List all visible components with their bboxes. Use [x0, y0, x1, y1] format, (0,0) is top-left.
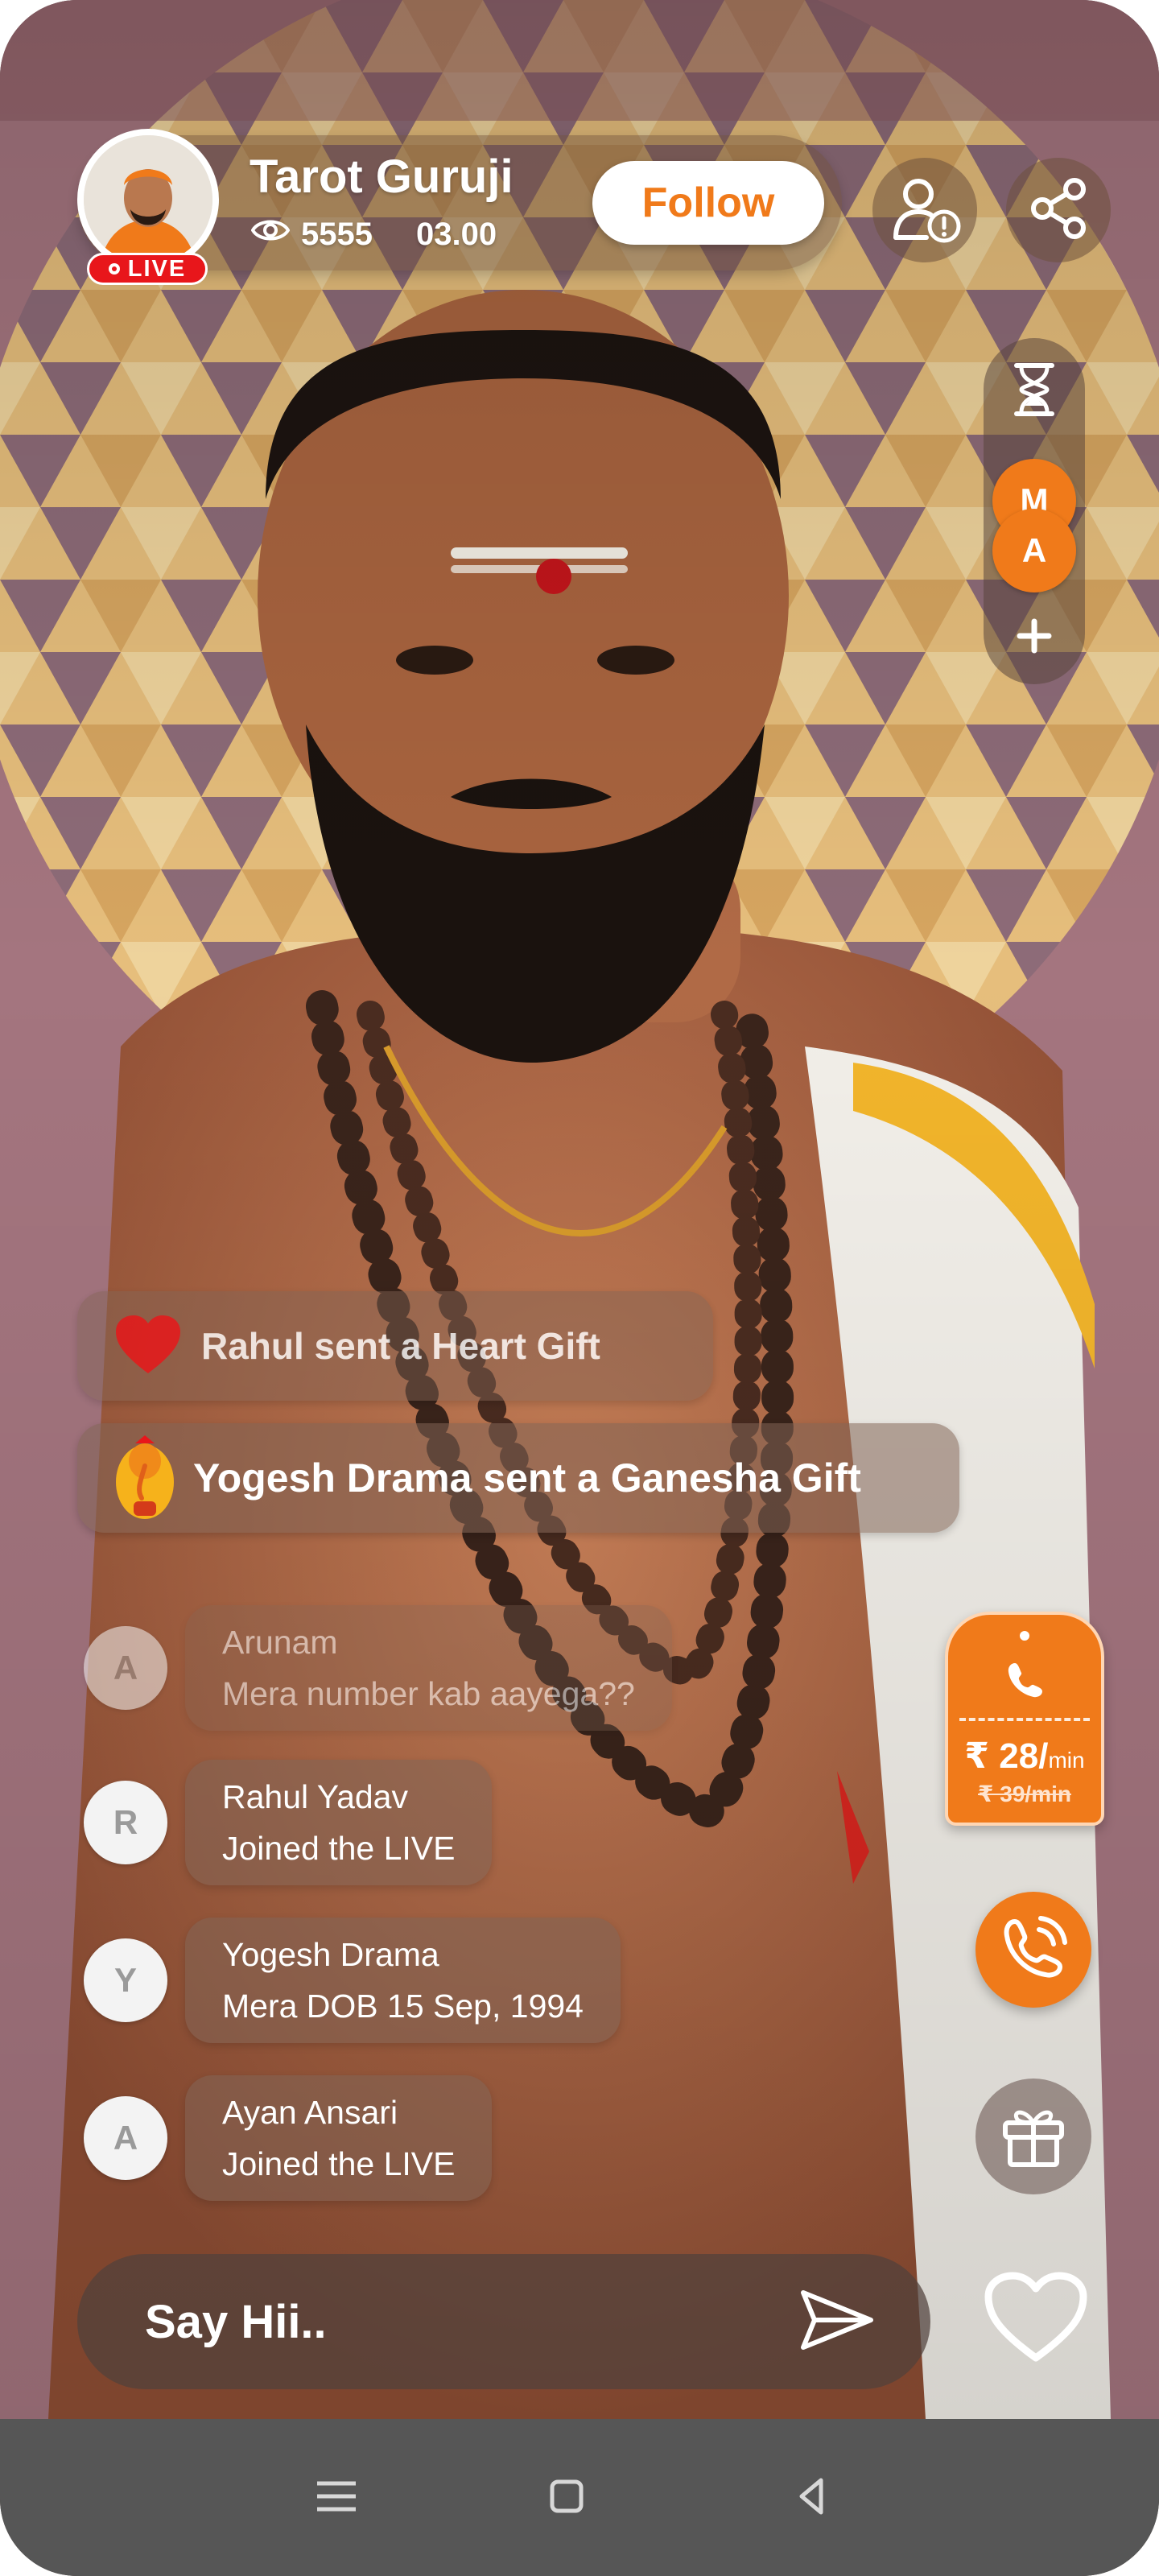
phone-icon — [1005, 1660, 1046, 1704]
host-avatar[interactable] — [77, 129, 219, 270]
home-square-icon — [549, 2479, 584, 2518]
chat-input[interactable] — [145, 2281, 789, 2362]
chat-bubble: Rahul Yadav Joined the LIVE — [185, 1760, 493, 1885]
nav-back-button[interactable] — [779, 2466, 843, 2530]
chat-avatar[interactable]: R — [84, 1781, 167, 1864]
call-rate-tag[interactable]: ₹ 28/min ₹ 39/min — [945, 1612, 1104, 1826]
chat-text: Joined the LIVE — [222, 2145, 456, 2182]
live-badge: LIVE — [87, 253, 208, 285]
nav-menu-button[interactable] — [304, 2466, 369, 2530]
chat-text: Mera number kab aayega?? — [222, 1675, 635, 1712]
gift-notice: Rahul sent a Heart Gift — [77, 1291, 713, 1401]
waitlist-avatar[interactable]: A — [992, 509, 1076, 592]
chat-avatar[interactable]: A — [84, 2096, 167, 2180]
eye-icon — [250, 216, 291, 253]
chat-username: Yogesh Drama — [222, 1936, 439, 1973]
back-triangle-icon — [797, 2477, 826, 2520]
send-gift-button[interactable] — [975, 2079, 1091, 2194]
chat-avatar[interactable]: Y — [84, 1938, 167, 2022]
gift-notice-text: Rahul sent a Heart Gift — [201, 1325, 600, 1367]
chat-message: A Arunam Mera number kab aayega?? — [84, 1605, 672, 1731]
host-avatar-image — [84, 135, 212, 264]
menu-icon — [314, 2479, 359, 2518]
live-stream-screen: LIVE Tarot Guruji 5555 03.00 Follow M A … — [0, 0, 1159, 2576]
phone-ringing-icon — [997, 1912, 1070, 1988]
call-price-unit: min — [1048, 1748, 1085, 1773]
call-button[interactable] — [975, 1892, 1091, 2008]
live-duration: 03.00 — [415, 216, 497, 252]
send-button[interactable] — [797, 2281, 877, 2362]
waitlist-rail: M A — [984, 338, 1085, 684]
tag-hole — [1020, 1631, 1029, 1641]
chat-message: A Ayan Ansari Joined the LIVE — [84, 2075, 493, 2201]
share-button[interactable] — [1006, 158, 1111, 262]
gift-icon — [997, 2099, 1070, 2175]
follow-button[interactable]: Follow — [592, 161, 824, 245]
user-alert-icon — [886, 170, 963, 251]
call-price: ₹ 28/min — [948, 1736, 1101, 1777]
chat-avatar[interactable]: A — [84, 1626, 167, 1710]
chat-bubble: Arunam Mera number kab aayega?? — [185, 1605, 672, 1731]
gift-notice: Yogesh Drama sent a Ganesha Gift — [77, 1423, 959, 1533]
heart-icon — [114, 1315, 182, 1377]
live-label: LIVE — [127, 255, 187, 282]
chat-text: Mera DOB 15 Sep, 1994 — [222, 1988, 584, 2025]
tag-divider — [959, 1718, 1090, 1721]
chat-composer — [77, 2254, 930, 2389]
like-button[interactable] — [975, 2259, 1096, 2380]
gift-notice-text: Yogesh Drama sent a Ganesha Gift — [193, 1455, 861, 1501]
send-icon — [800, 2289, 874, 2355]
system-nav-bar — [0, 2419, 1159, 2576]
live-dot-icon — [108, 263, 120, 275]
call-price-value: ₹ 28/ — [964, 1736, 1049, 1776]
hourglass-icon[interactable] — [1002, 357, 1066, 426]
plus-icon[interactable] — [1010, 612, 1058, 664]
chat-text: Joined the LIVE — [222, 1830, 456, 1867]
chat-bubble: Yogesh Drama Mera DOB 15 Sep, 1994 — [185, 1918, 621, 2043]
chat-bubble: Ayan Ansari Joined the LIVE — [185, 2075, 493, 2201]
call-old-price: ₹ 39/min — [978, 1781, 1071, 1806]
chat-message: R Rahul Yadav Joined the LIVE — [84, 1760, 493, 1885]
share-icon — [1025, 175, 1092, 246]
chat-username: Arunam — [222, 1624, 338, 1661]
chat-message: Y Yogesh Drama Mera DOB 15 Sep, 1994 — [84, 1918, 621, 2043]
heart-outline-icon — [984, 2271, 1088, 2368]
chat-username: Rahul Yadav — [222, 1778, 408, 1815]
nav-home-button[interactable] — [534, 2466, 599, 2530]
live-video-stream[interactable] — [0, 0, 1159, 2419]
ganesha-icon — [113, 1434, 177, 1522]
viewer-count: 5555 — [301, 216, 373, 252]
report-user-button[interactable] — [872, 158, 977, 262]
host-stats: 5555 03.00 — [250, 216, 497, 253]
host-name: Tarot Guruji — [250, 151, 514, 203]
chat-username: Ayan Ansari — [222, 2094, 398, 2131]
